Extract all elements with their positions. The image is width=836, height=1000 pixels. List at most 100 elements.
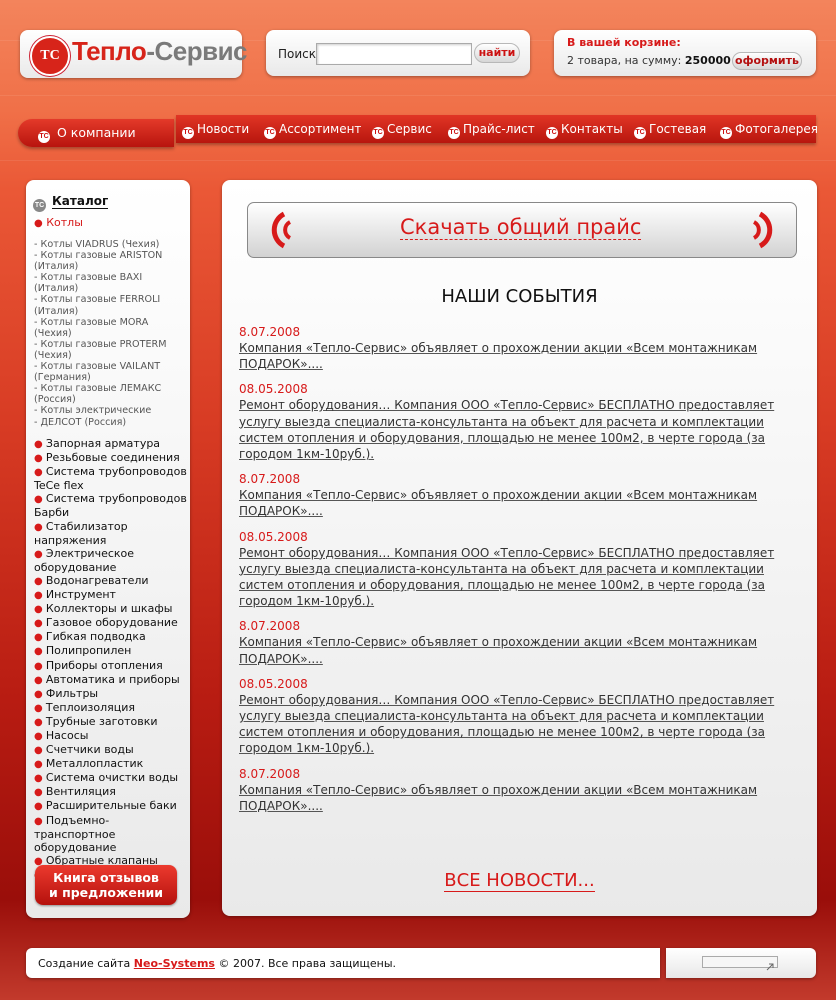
event-item: 08.05.2008 Ремонт оборудования… Компания …: [239, 676, 799, 757]
developer-link[interactable]: Neo-Systems: [134, 957, 215, 970]
nav-item-about[interactable]: ТС О компании: [18, 119, 174, 147]
all-news-link[interactable]: ВСЕ НОВОСТИ...: [222, 870, 817, 892]
catalog-category[interactable]: ● Инструмент: [34, 588, 190, 602]
nav-item-contacts[interactable]: ТС Контакты: [546, 115, 623, 143]
nav-item-guestbook[interactable]: ТС Гостевая: [634, 115, 706, 143]
catalog-subitem[interactable]: - Котлы газовые ARISTON (Италия): [34, 250, 188, 272]
bullet-icon: ●: [34, 467, 46, 479]
signal-left-icon: [271, 211, 292, 249]
cart-title: В вашей корзине:: [567, 36, 681, 49]
bullet-icon: ●: [34, 730, 46, 742]
nav-item-gallery[interactable]: ТС Фотогалерея: [720, 115, 818, 143]
catalog-category[interactable]: ● Система трубопроводов Барби: [34, 492, 190, 519]
catalog-category[interactable]: ● Насосы: [34, 729, 190, 743]
event-date: 8.07.2008: [239, 325, 301, 339]
catalog-category[interactable]: ● Стабилизатор напряжения: [34, 520, 190, 547]
event-item: 8.07.2008 Компания «Тепло-Сервис» объявля…: [239, 766, 799, 814]
bullet-icon: ●: [34, 773, 46, 785]
catalog-category[interactable]: ● Подъемно-транспортное оборудование: [34, 814, 190, 854]
event-link[interactable]: Компания «Тепло-Сервис» объявляет о прох…: [239, 634, 799, 666]
catalog-header: ТС Каталог: [33, 190, 109, 212]
event-link[interactable]: Ремонт оборудования… Компания ООО «Тепло…: [239, 397, 799, 462]
nav-bar-right: ТС Новости ТС Ассортимент ТС Сервис ТС Прайс…: [176, 115, 818, 143]
catalog-category[interactable]: ● Теплоизоляция: [34, 701, 190, 715]
catalog-subitem[interactable]: - ДЕЛСОТ (Россия): [34, 417, 188, 428]
search-button[interactable]: найти: [474, 43, 520, 63]
catalog-subitem[interactable]: - Котлы электрические: [34, 405, 188, 416]
catalog-category[interactable]: ● Система трубопроводов TeCe flex: [34, 465, 190, 492]
catalog-category[interactable]: ● Водонагреватели: [34, 574, 190, 588]
catalog-subitem[interactable]: - Котлы газовые MORA (Чехия): [34, 317, 188, 339]
catalog-category[interactable]: ● Гибкая подводка: [34, 630, 190, 644]
event-date: 8.07.2008: [239, 619, 301, 634]
checkout-button[interactable]: оформить: [732, 52, 802, 70]
event-link[interactable]: Компания «Тепло-Сервис» объявляет о прох…: [239, 340, 799, 372]
catalog-subitem[interactable]: - Котлы газовые PROTERM (Чехия): [34, 339, 188, 361]
cart-summary: 2 товара, на сумму: 250000 р.: [567, 54, 747, 67]
events-list: 8.07.2008 Компания «Тепло-Сервис» объявля…: [239, 324, 799, 823]
catalog-category[interactable]: ● Коллекторы и шкафы: [34, 602, 190, 616]
nav-item-assortment[interactable]: ТС Ассортимент: [264, 115, 361, 143]
nav-item-news[interactable]: ТС Новости: [182, 115, 249, 143]
bullet-icon: ●: [34, 815, 46, 827]
arrow-icon: [766, 963, 774, 971]
logo-badge-icon: ТС: [30, 36, 70, 76]
cart-box: В вашей корзине: 2 товара, на сумму: 250…: [554, 30, 816, 76]
events-title: НАШИ СОБЫТИЯ: [441, 286, 598, 307]
catalog-category[interactable]: ● Фильтры: [34, 687, 190, 701]
catalog-category[interactable]: ● Автоматика и приборы: [34, 673, 190, 687]
catalog-category[interactable]: ● Резьбовые соединения: [34, 451, 190, 465]
catalog-category[interactable]: ● Приборы отопления: [34, 659, 190, 673]
event-item: 8.07.2008 Компания «Тепло-Сервис» объявля…: [239, 324, 799, 372]
catalog-category[interactable]: ● Система очистки воды: [34, 771, 190, 785]
bullet-icon: ●: [34, 646, 46, 658]
catalog-category[interactable]: ● Расширительные баки: [34, 799, 190, 813]
site-logo[interactable]: ТС Тепло-Сервис: [20, 30, 248, 78]
tc-icon: ТС: [720, 127, 732, 139]
main-nav: ТС О компании ТС Новости ТС Ассортимент ТС…: [18, 115, 818, 147]
guestbook-button[interactable]: Книга отзывов и предложении: [35, 865, 177, 905]
catalog-subitem[interactable]: - Котлы газовые ЛЕМАКС (Россия): [34, 383, 188, 405]
signal-right-icon: [752, 211, 773, 249]
catalog-category[interactable]: ● Металлопластик: [34, 757, 190, 771]
bullet-icon: ●: [34, 688, 46, 700]
nav-item-service[interactable]: ТС Сервис: [372, 115, 432, 143]
catalog-subitem[interactable]: - Котлы газовые VAILANT (Германия): [34, 361, 188, 383]
event-link[interactable]: Компания «Тепло-Сервис» объявляет о прох…: [239, 487, 799, 519]
catalog-title: Каталог: [52, 194, 109, 209]
tc-icon: ТС: [182, 127, 194, 139]
catalog-category[interactable]: ● Электрическое оборудование: [34, 547, 190, 574]
catalog-sidebar: ТС Каталог ● Котлы - Котлы VIADRUS (Чехия…: [26, 180, 190, 918]
logo-text: Тепло-Сервис: [72, 36, 248, 66]
event-link[interactable]: Ремонт оборудования… Компания ООО «Тепло…: [239, 545, 799, 610]
catalog-category[interactable]: ● Трубные заготовки: [34, 715, 190, 729]
search-input[interactable]: [316, 43, 472, 65]
bullet-icon: ●: [34, 787, 46, 799]
catalog-category[interactable]: ● Счетчики воды: [34, 743, 190, 757]
catalog-category[interactable]: ● Газовое оборудование: [34, 616, 190, 630]
bullet-icon: ●: [34, 716, 46, 728]
bullet-icon: ●: [34, 548, 46, 560]
catalog-active-item[interactable]: ● Котлы: [34, 216, 83, 229]
catalog-subitem[interactable]: - Котлы VIADRUS (Чехия): [34, 239, 188, 250]
nav-item-pricelist[interactable]: ТС Прайс-лист: [448, 115, 535, 143]
bullet-icon: ●: [34, 218, 43, 229]
download-price-banner[interactable]: Скачать общий прайс: [247, 202, 797, 258]
catalog-subitem[interactable]: - Котлы газовые BAXI (Италия): [34, 272, 188, 294]
download-price-link[interactable]: Скачать общий прайс: [400, 215, 642, 240]
event-item: 8.07.2008 Компания «Тепло-Сервис» объявля…: [239, 471, 799, 519]
catalog-category[interactable]: ● Вентиляция: [34, 785, 190, 799]
tc-icon: ТС: [264, 127, 276, 139]
bullet-icon: ●: [34, 494, 46, 506]
bullet-icon: ●: [34, 575, 46, 587]
catalog-category[interactable]: ● Запорная арматура: [34, 437, 190, 451]
counter-widget[interactable]: [702, 956, 778, 971]
event-link[interactable]: Ремонт оборудования… Компания ООО «Тепло…: [239, 692, 799, 757]
bullet-icon: ●: [34, 618, 46, 630]
catalog-subitem[interactable]: - Котлы газовые FERROLI (Италия): [34, 294, 188, 316]
catalog-category[interactable]: ● Полипропилен: [34, 644, 190, 658]
search-box: Поиск найти: [266, 30, 530, 76]
event-item: 08.05.2008 Ремонт оборудования… Компания …: [239, 381, 799, 462]
event-link[interactable]: Компания «Тепло-Сервис» объявляет о прох…: [239, 782, 799, 814]
bullet-icon: ●: [34, 660, 46, 672]
